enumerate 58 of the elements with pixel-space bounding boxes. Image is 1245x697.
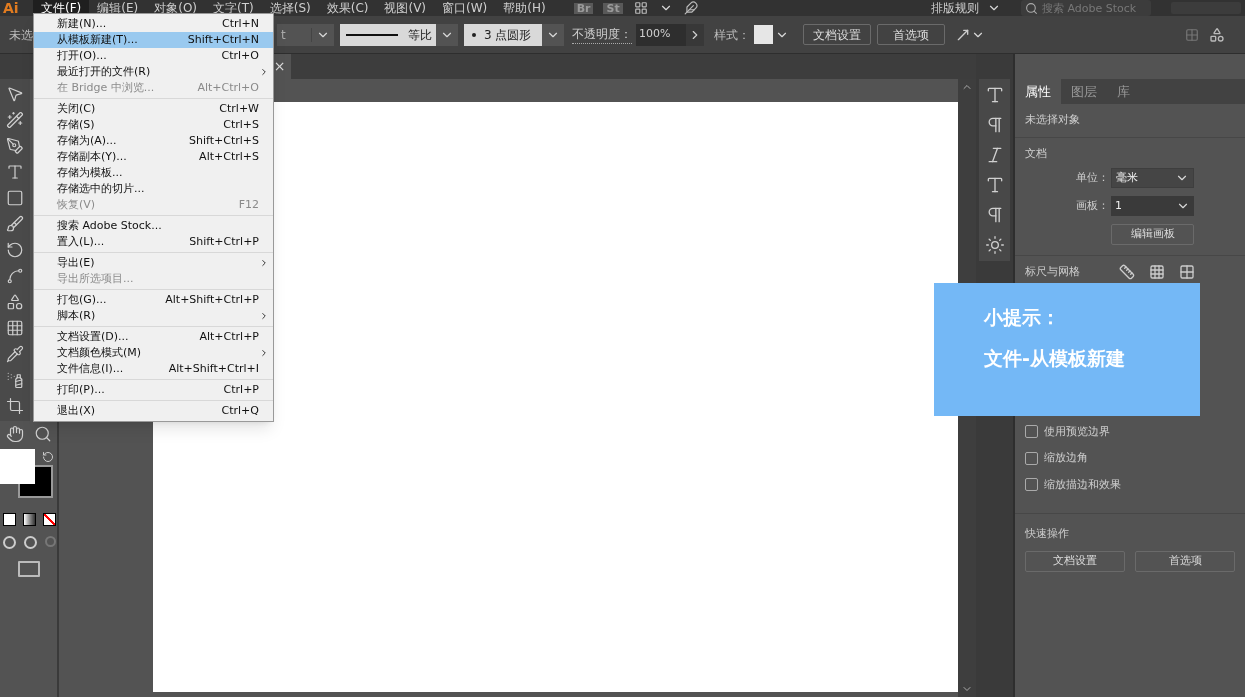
panel-tab[interactable]: 图层 [1061,79,1107,104]
checkbox-label: 缩放描边和效果 [1044,476,1121,493]
panel-tab[interactable]: 库 [1107,79,1140,104]
menu-item[interactable]: 新建(N)... Ctrl+N [34,16,273,32]
unit-dropdown[interactable]: 毫米 [1111,168,1194,188]
menu-item[interactable]: 存储选中的切片... [34,181,273,197]
menu-item[interactable]: 窗口(W) [434,0,496,16]
menu-item[interactable]: 编辑(E) [89,0,147,16]
quick-action-button[interactable]: 首选项 [1135,550,1235,572]
selection-status: 未选择对象 [1024,112,1081,128]
menu-item[interactable]: 脚本(R) [34,308,273,324]
menu-item[interactable]: 导出(E) [34,255,273,271]
menu-item[interactable]: 视图(V) [376,0,435,16]
artboard-dropdown[interactable]: 1 [1111,196,1194,216]
menu-item[interactable]: 退出(X) Ctrl+Q [34,403,273,419]
panel-tab[interactable]: 属性 [1015,79,1061,104]
edit-artboards-button[interactable]: 编辑画板 [1111,224,1194,245]
menu-item[interactable]: 帮助(H) [495,0,554,16]
section-title: 文档 [1025,146,1047,160]
tip-text: 文件-从模板新建 [984,345,1126,371]
selection-label: 未选 [9,26,33,44]
opacity-field[interactable]: 100% [636,23,686,46]
style-label: 样式： [714,26,750,44]
menu-item[interactable]: 关闭(C) Ctrl+W [34,101,273,117]
field-label: 单位： [1075,169,1109,186]
menu-item[interactable]: 存储为模板... [34,165,273,181]
menu-item[interactable]: 存储为(A)... Shift+Ctrl+S [34,133,273,149]
toolbar-button[interactable]: 文档设置 [803,24,871,45]
section-title: 快速操作 [1025,527,1069,540]
menu-item[interactable]: 文档设置(D)... Alt+Ctrl+P [34,329,273,345]
menu-item[interactable]: 存储副本(Y)... Alt+Ctrl+S [34,149,273,165]
menu-item[interactable]: 效果(C) [318,0,377,16]
menu-item[interactable]: 搜索 Adobe Stock... [34,218,273,234]
menu-item[interactable]: 文字(T) [205,0,262,16]
menu-item[interactable]: 打印(P)... Ctrl+P [34,382,273,398]
checkbox-label: 使用预览边界 [1044,423,1110,440]
opacity-label: 不透明度： [572,25,632,44]
close-tab-icon[interactable]: × [273,56,286,77]
field-label: 画板： [1075,197,1109,214]
toolbar-button[interactable]: 首选项 [877,24,945,45]
menu-item[interactable]: 从模板新建(T)... Shift+Ctrl+N [34,32,273,48]
stroke-profile-dropdown[interactable]: 等比 [340,23,436,46]
menu-item[interactable]: 打包(G)... Alt+Shift+Ctrl+P [34,292,273,308]
workspace-switcher[interactable]: 排版规则 [921,1,1011,15]
section-title: 标尺与网格 [1025,264,1081,280]
menu-item[interactable]: 置入(L)... Shift+Ctrl+P [34,234,273,250]
tip-title: 小提示： [984,305,1061,330]
app-logo: Ai [2,1,20,15]
menu-item[interactable]: 选择(S) [261,0,319,16]
quick-action-button[interactable]: 文档设置 [1025,550,1125,572]
menu-item[interactable]: 对象(O) [146,0,206,16]
brush-dropdown[interactable]: 3 点圆形 [464,23,542,46]
menu-item[interactable]: 打开(O)... Ctrl+O [34,48,273,64]
menu-item[interactable]: 存储(S) Ctrl+S [34,117,273,133]
menu-item[interactable]: 文件信息(I)... Alt+Shift+Ctrl+I [34,361,273,377]
menu-item[interactable]: 文档颜色模式(M) [34,345,273,361]
checkbox-label: 缩放边角 [1044,450,1088,466]
menu-item[interactable]: 最近打开的文件(R) [34,64,273,80]
